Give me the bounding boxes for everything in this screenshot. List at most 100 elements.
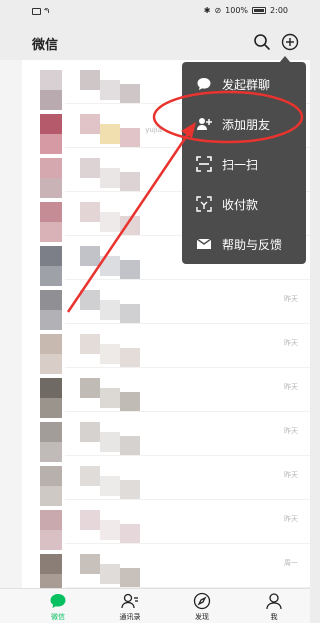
status-right: ✱ ⊘ 100% 2:00 <box>204 6 288 15</box>
blurred-content <box>40 334 62 354</box>
chat-icon <box>50 594 66 608</box>
blurred-content <box>100 432 120 452</box>
contacts-icon <box>121 593 138 609</box>
blurred-content <box>40 114 62 134</box>
tab-label: 通讯录 <box>119 613 141 621</box>
list-item[interactable]: 昨天 <box>0 280 310 330</box>
list-item[interactable]: 昨天 <box>0 500 310 550</box>
plus-circle-icon[interactable] <box>281 33 299 51</box>
blurred-content <box>80 334 100 354</box>
signal-indicator: ⁴⁶ᵢₗₗ <box>44 7 49 15</box>
blurred-content <box>40 158 62 178</box>
popup-menu: 发起群聊 添加朋友 扫一扫 收付款 帮助与反馈 <box>182 62 306 264</box>
person-icon <box>266 593 282 610</box>
chat-time: 昨天 <box>284 515 298 523</box>
list-item[interactable]: 昨天 <box>0 412 310 462</box>
blurred-content <box>120 348 140 368</box>
clock: 2:00 <box>270 6 288 15</box>
blurred-content <box>100 124 120 144</box>
chat-time: 昨天 <box>284 339 298 347</box>
battery-icon <box>252 7 267 14</box>
menu-item-help[interactable]: 帮助与反馈 <box>182 224 306 264</box>
list-item[interactable]: 昨天 <box>0 368 310 418</box>
blurred-content <box>40 202 62 222</box>
blurred-content <box>40 290 62 310</box>
blurred-content <box>120 260 140 280</box>
menu-item-payment[interactable]: 收付款 <box>182 184 306 224</box>
blurred-content <box>120 216 140 236</box>
blurred-content <box>100 212 120 232</box>
blurred-content <box>100 80 120 100</box>
blurred-content <box>80 158 100 178</box>
blurred-content <box>100 256 120 276</box>
blurred-content <box>120 480 140 500</box>
list-item[interactable]: 昨天 <box>0 456 310 506</box>
mute-icon: ⊘ <box>214 6 222 15</box>
tab-me[interactable]: 我 <box>244 592 304 623</box>
blurred-content <box>120 568 140 588</box>
blurred-content <box>80 70 100 90</box>
payment-scan-icon <box>196 196 212 212</box>
menu-item-label: 收付款 <box>222 198 259 212</box>
blurred-content <box>80 466 100 486</box>
compass-icon <box>193 592 211 610</box>
blurred-content <box>80 422 100 442</box>
list-item[interactable]: 周一 <box>0 544 310 594</box>
chat-time: 昨天 <box>284 427 298 435</box>
sim-icon <box>32 7 41 15</box>
blurred-content <box>120 524 140 544</box>
menu-item-label: 帮助与反馈 <box>222 238 283 252</box>
menu-item-label: 添加朋友 <box>222 118 271 132</box>
page-title: 微信 <box>32 38 59 53</box>
blurred-content <box>100 388 120 408</box>
status-bar: ⁴⁶ᵢₗₗ ✱ ⊘ 100% 2:00 <box>0 0 310 24</box>
blurred-content <box>80 114 100 134</box>
battery-percent: 100% <box>225 6 249 15</box>
tab-label: 微信 <box>51 613 65 621</box>
partial-text: yujia <box>145 126 162 134</box>
list-edge <box>0 60 22 588</box>
menu-item-label: 扫一扫 <box>222 158 259 172</box>
blurred-content <box>80 202 100 222</box>
tab-discover[interactable]: 发现 <box>172 592 232 623</box>
blurred-content <box>80 510 100 530</box>
blurred-content <box>40 70 62 90</box>
chat-bubble-icon <box>197 78 211 90</box>
list-item[interactable]: 昨天 <box>0 324 310 374</box>
menu-item-add-friend[interactable]: 添加朋友 <box>182 104 306 144</box>
scan-icon <box>196 156 212 172</box>
blurred-content <box>120 172 140 192</box>
blurred-content <box>120 84 140 104</box>
menu-item-label: 发起群聊 <box>222 78 271 92</box>
blurred-content <box>100 344 120 364</box>
blurred-content <box>120 392 140 412</box>
blurred-content <box>120 304 140 324</box>
blurred-content <box>80 290 100 310</box>
chat-time: 周一 <box>284 559 298 567</box>
status-left: ⁴⁶ᵢₗₗ <box>32 7 49 15</box>
blurred-content <box>100 168 120 188</box>
mail-icon <box>196 238 212 249</box>
tab-chats[interactable]: 微信 <box>28 592 88 623</box>
blurred-content <box>40 422 62 442</box>
blurred-content <box>80 246 100 266</box>
blurred-content <box>40 466 62 486</box>
blurred-content <box>40 378 62 398</box>
blurred-content <box>40 246 62 266</box>
chat-time: 昨天 <box>284 295 298 303</box>
menu-item-scan[interactable]: 扫一扫 <box>182 144 306 184</box>
chat-time: 昨天 <box>284 383 298 391</box>
blurred-content <box>100 300 120 320</box>
add-friend-icon <box>197 118 212 130</box>
chat-time: 昨天 <box>284 471 298 479</box>
bluetooth-icon: ✱ <box>203 6 211 15</box>
tab-contacts[interactable]: 通讯录 <box>100 592 160 623</box>
tab-label: 发现 <box>195 613 209 621</box>
search-icon[interactable] <box>253 33 271 51</box>
blurred-content <box>120 128 140 148</box>
tab-label: 我 <box>270 613 278 621</box>
menu-item-group-chat[interactable]: 发起群聊 <box>182 64 306 104</box>
blurred-content <box>100 520 120 540</box>
title-bar: 微信 <box>0 24 310 60</box>
bottom-tab-bar: 微信 通讯录 发现 我 <box>0 588 310 623</box>
